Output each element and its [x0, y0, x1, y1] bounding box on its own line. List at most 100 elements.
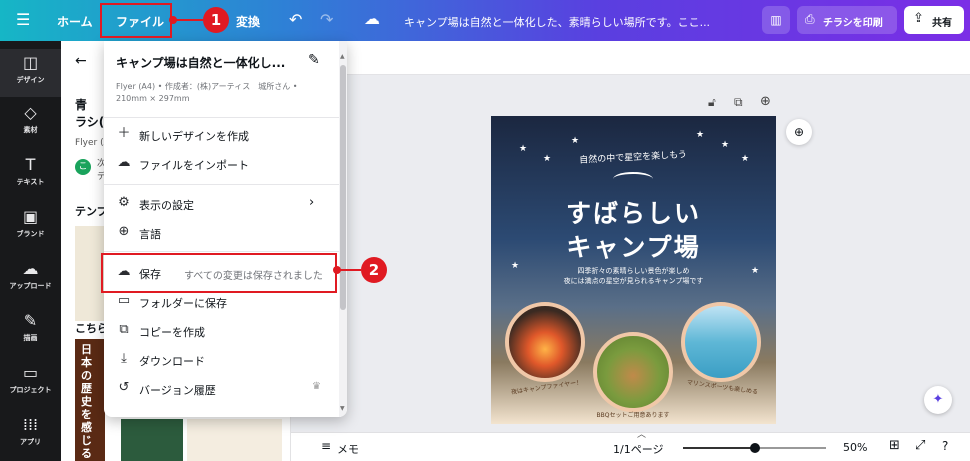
menu-item-view-settings[interactable]: ⚙ 表示の設定 ›: [104, 189, 339, 218]
crown-icon: ♛: [312, 381, 321, 392]
menu-item-version-history[interactable]: ↺ バージョン履歴 ♛: [104, 374, 339, 403]
sidebar-item-design[interactable]: ◫ デザイン: [0, 49, 61, 97]
comment-button[interactable]: ⊕: [786, 119, 812, 145]
annotation-badge-1: 1: [203, 7, 229, 33]
flyer-tagline-2: 夜には満点の星空が見られるキャンプ場です: [563, 277, 704, 285]
menu-item-import-file[interactable]: ☁ ファイルをインポート: [104, 149, 339, 178]
page-indicator[interactable]: 1/1ページ: [613, 441, 663, 457]
scrollbar-thumb[interactable]: [340, 65, 346, 310]
sidebar-item-label: プロジェクト: [9, 386, 52, 394]
document-title[interactable]: キャンプ場は自然と一体化した、素晴らしい場所です。ここ...: [404, 14, 734, 30]
notes-button[interactable]: メモ: [337, 441, 359, 457]
sidebar-item-elements[interactable]: ◇ 素材: [0, 99, 61, 147]
star-decoration: ★: [741, 154, 750, 164]
menu-divider: [104, 251, 339, 252]
flyer-design[interactable]: ★ ★ ★ ★ ★ ★ ★ ★ 自然の中で星空を楽しもう すばらしい キャンプ場…: [491, 116, 776, 424]
sidebar-item-label: アップロード: [9, 282, 52, 290]
thumbnail-text: 日本の歴史を感じる: [81, 343, 92, 460]
lock-icon[interactable]: 🔓︎: [708, 95, 716, 110]
analytics-button[interactable]: ▥: [762, 6, 790, 34]
scroll-up-arrow[interactable]: ▲: [340, 53, 345, 60]
zoom-level[interactable]: 50%: [843, 441, 867, 454]
avatar-letter: こ: [78, 162, 88, 172]
convert-button[interactable]: 変換: [236, 13, 260, 30]
menu-design-title[interactable]: キャンプ場は自然と一体化し...: [116, 54, 301, 71]
mountain-icon: [613, 172, 653, 186]
fullscreen-icon[interactable]: ⤢: [915, 438, 925, 453]
scroll-down-arrow[interactable]: ▼: [340, 405, 345, 412]
annotation-badge-2: 2: [361, 257, 387, 283]
share-button[interactable]: ⇪ 共有: [904, 6, 964, 34]
comment-icon: ⊕: [793, 125, 805, 139]
menu-item-label: ファイルをインポート: [139, 159, 249, 172]
duplicate-page-icon[interactable]: ⧉: [734, 95, 743, 110]
share-icon: ⇪: [913, 11, 924, 26]
star-decoration: ★: [543, 154, 552, 164]
chevron-right-icon: ›: [309, 195, 315, 210]
menu-item-download[interactable]: ⤓ ダウンロード: [104, 345, 339, 374]
left-sidebar: ◫ デザイン ◇ 素材 T テキスト ▣ ブランド ☁ アップロード ✎ 描画 …: [0, 41, 61, 461]
bbq-photo: [593, 332, 673, 412]
back-arrow-icon[interactable]: ←: [75, 53, 87, 69]
history-icon: ↺: [118, 380, 130, 395]
file-menu-dropdown: キャンプ場は自然と一体化し... ✎ Flyer (A4) • 作成者：(株)ア…: [104, 41, 347, 417]
menu-design-size: 210mm × 297mm: [116, 94, 190, 103]
sidebar-item-text[interactable]: T テキスト: [0, 151, 61, 199]
template-thumbnail[interactable]: [187, 419, 282, 461]
sidebar-item-projects[interactable]: ▭ プロジェクト: [0, 359, 61, 407]
menu-item-label: ダウンロード: [139, 355, 205, 368]
grid-view-icon[interactable]: ⊞: [889, 438, 900, 453]
upload-icon: ☁: [22, 259, 39, 278]
highlight-file-button: [100, 3, 172, 38]
panel-title-line1: 青: [75, 98, 88, 112]
template-thumbnail[interactable]: [121, 419, 183, 461]
menu-item-language[interactable]: ⊕ 言語: [104, 218, 339, 247]
print-flyer-label: チラシを印刷: [823, 18, 883, 29]
star-decoration: ★: [519, 144, 528, 154]
sidebar-item-label: テキスト: [16, 178, 45, 186]
add-page-icon[interactable]: ⊕: [760, 94, 771, 109]
page-toolbar: [291, 41, 970, 75]
flyer-tagline-1: 四季折々の素晴らしい景色が楽しめ: [577, 267, 690, 275]
sidebar-item-label: デザイン: [16, 76, 45, 84]
annotation-dot: [169, 16, 177, 24]
sidebar-item-brand[interactable]: ▣ ブランド: [0, 203, 61, 251]
share-label: 共有: [932, 18, 952, 29]
redo-icon[interactable]: ↷: [320, 10, 333, 29]
globe-icon: ⊕: [118, 224, 130, 239]
sidebar-item-label: 素材: [23, 126, 38, 134]
notes-icon[interactable]: ≡: [321, 439, 331, 453]
bar-chart-icon: ▥: [770, 13, 782, 27]
folder-icon: ▭: [117, 293, 131, 308]
hamburger-menu-icon[interactable]: ☰: [16, 10, 30, 29]
collapse-pages-icon[interactable]: ︿: [637, 427, 646, 440]
sidebar-item-apps[interactable]: ⁞⁞⁞ アプリ: [0, 411, 61, 459]
help-icon[interactable]: ?: [942, 439, 948, 453]
menu-item-new-design[interactable]: ＋ 新しいデザインを作成: [104, 120, 339, 149]
campfire-photo: [505, 302, 585, 382]
text-icon: T: [25, 155, 36, 174]
magic-assistant-button[interactable]: ✦: [924, 386, 952, 414]
layout-icon: ◫: [22, 53, 39, 72]
template-thumbnail[interactable]: 日本の歴史を感じる: [75, 339, 105, 461]
flyer-headline-top: 自然の中で星空を楽しもう: [579, 150, 688, 166]
marine-sports-photo: [681, 302, 761, 382]
sidebar-item-uploads[interactable]: ☁ アップロード: [0, 255, 61, 303]
sidebar-item-label: アプリ: [20, 438, 41, 446]
flyer-headline-main-1: すばらしい: [565, 199, 701, 228]
sidebar-item-label: 描画: [23, 334, 38, 342]
undo-icon[interactable]: ↶: [289, 10, 302, 29]
menu-scrollbar[interactable]: ▲ ▼: [339, 41, 347, 417]
sidebar-item-draw[interactable]: ✎ 描画: [0, 307, 61, 355]
print-flyer-button[interactable]: ⎙ チラシを印刷: [797, 6, 897, 34]
zoom-slider[interactable]: [683, 443, 826, 453]
menu-item-make-copy[interactable]: ⧉ コピーを作成: [104, 316, 339, 345]
shapes-icon: ◇: [24, 103, 37, 122]
copy-icon: ⧉: [119, 322, 129, 337]
edit-pencil-icon[interactable]: ✎: [308, 52, 320, 68]
menu-item-label: バージョン履歴: [139, 384, 216, 397]
menu-item-label: 新しいデザインを作成: [139, 130, 249, 143]
zoom-slider-fill: [683, 447, 755, 449]
zoom-slider-handle[interactable]: [749, 443, 760, 453]
home-button[interactable]: ホーム: [57, 13, 93, 30]
